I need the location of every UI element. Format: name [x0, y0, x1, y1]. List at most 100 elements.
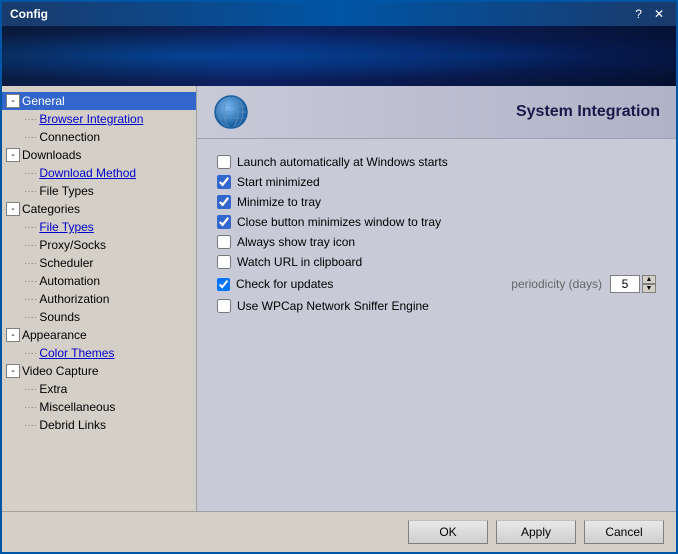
- sidebar-item-extra[interactable]: ····Extra: [2, 380, 196, 398]
- checkbox-always-tray[interactable]: [217, 235, 231, 249]
- apply-button[interactable]: Apply: [496, 520, 576, 544]
- sidebar-label-video-capture: Video Capture: [22, 364, 99, 378]
- panel-title: System Integration: [516, 103, 660, 121]
- sidebar-label-browser-integration: Browser Integration: [39, 112, 143, 126]
- option-row-close-minimizes: Close button minimizes window to tray: [217, 215, 656, 229]
- option-row-use-wpcap: Use WPCap Network Sniffer Engine: [217, 299, 656, 313]
- tree-line: ····: [24, 420, 37, 431]
- sidebar-item-sounds[interactable]: ····Sounds: [2, 308, 196, 326]
- sidebar-item-file-types[interactable]: ····File Types: [2, 182, 196, 200]
- help-button[interactable]: ?: [631, 7, 646, 21]
- sidebar-item-download-method[interactable]: ····Download Method: [2, 164, 196, 182]
- checkbox-watch-url[interactable]: [217, 255, 231, 269]
- checkbox-minimize-tray[interactable]: [217, 195, 231, 209]
- tree-line: ····: [24, 222, 37, 233]
- tree-line: ····: [24, 114, 37, 125]
- tree-line: ····: [24, 186, 37, 197]
- sidebar-item-browser-integration[interactable]: ····Browser Integration: [2, 110, 196, 128]
- option-row-always-tray: Always show tray icon: [217, 235, 656, 249]
- sidebar-item-debrid-links[interactable]: ····Debrid Links: [2, 416, 196, 434]
- system-integration-icon: [213, 94, 249, 130]
- sidebar-item-color-themes[interactable]: ····Color Themes: [2, 344, 196, 362]
- sidebar-label-sounds: Sounds: [39, 310, 80, 324]
- tree-line: ····: [24, 384, 37, 395]
- close-button[interactable]: ✕: [650, 7, 668, 21]
- checkbox-check-updates[interactable]: [217, 278, 230, 291]
- config-window: Config ? ✕ -General····Browser Integrati…: [0, 0, 678, 554]
- title-bar-controls: ? ✕: [631, 7, 668, 21]
- option-row-launch-auto: Launch automatically at Windows starts: [217, 155, 656, 169]
- spin-buttons: ▲▼: [642, 275, 656, 293]
- sidebar-label-scheduler: Scheduler: [39, 256, 93, 270]
- spin-up-button[interactable]: ▲: [642, 275, 656, 284]
- checkbox-start-minimized[interactable]: [217, 175, 231, 189]
- expander-icon-general[interactable]: -: [6, 94, 20, 108]
- tree-line: ····: [24, 276, 37, 287]
- checkbox-launch-auto[interactable]: [217, 155, 231, 169]
- checkbox-close-minimizes[interactable]: [217, 215, 231, 229]
- tree-line: ····: [24, 240, 37, 251]
- panel-header: System Integration: [197, 86, 676, 139]
- label-check-updates: Check for updates: [236, 277, 333, 291]
- sidebar-label-appearance: Appearance: [22, 328, 87, 342]
- title-bar: Config ? ✕: [2, 2, 676, 26]
- expander-icon-categories[interactable]: -: [6, 202, 20, 216]
- sidebar: -General····Browser Integration····Conne…: [2, 86, 197, 511]
- label-close-minimizes: Close button minimizes window to tray: [237, 215, 441, 229]
- label-use-wpcap: Use WPCap Network Sniffer Engine: [237, 299, 429, 313]
- sidebar-item-cat-file-types[interactable]: ····File Types: [2, 218, 196, 236]
- sidebar-label-extra: Extra: [39, 382, 67, 396]
- sidebar-label-connection: Connection: [39, 130, 100, 144]
- spin-down-button[interactable]: ▼: [642, 284, 656, 293]
- sidebar-item-authorization[interactable]: ····Authorization: [2, 290, 196, 308]
- tree-line: ····: [24, 258, 37, 269]
- label-launch-auto: Launch automatically at Windows starts: [237, 155, 448, 169]
- sidebar-item-connection[interactable]: ····Connection: [2, 128, 196, 146]
- right-panel: System Integration Launch automatically …: [197, 86, 676, 511]
- spin-container: ▲▼: [610, 275, 656, 293]
- tree-line: ····: [24, 168, 37, 179]
- tree-line: ····: [24, 402, 37, 413]
- window-title: Config: [10, 7, 48, 21]
- expander-icon-downloads[interactable]: -: [6, 148, 20, 162]
- sidebar-label-general: General: [22, 94, 65, 108]
- sidebar-item-video-capture[interactable]: -Video Capture: [2, 362, 196, 380]
- tree-line: ····: [24, 312, 37, 323]
- periodicity-container: periodicity (days) ▲▼: [511, 275, 656, 293]
- sidebar-item-miscellaneous[interactable]: ····Miscellaneous: [2, 398, 196, 416]
- option-row-watch-url: Watch URL in clipboard: [217, 255, 656, 269]
- sidebar-label-color-themes: Color Themes: [39, 346, 114, 360]
- expander-icon-video-capture[interactable]: -: [6, 364, 20, 378]
- sidebar-item-downloads[interactable]: -Downloads: [2, 146, 196, 164]
- sidebar-label-download-method: Download Method: [39, 166, 136, 180]
- periodicity-label: periodicity (days): [511, 277, 602, 291]
- sidebar-item-categories[interactable]: -Categories: [2, 200, 196, 218]
- option-row-start-minimized: Start minimized: [217, 175, 656, 189]
- ok-button[interactable]: OK: [408, 520, 488, 544]
- sidebar-label-automation: Automation: [39, 274, 100, 288]
- title-bar-left: Config: [10, 7, 48, 21]
- sidebar-label-cat-file-types: File Types: [39, 220, 93, 234]
- sidebar-label-categories: Categories: [22, 202, 80, 216]
- sidebar-item-proxy-socks[interactable]: ····Proxy/Socks: [2, 236, 196, 254]
- cancel-button[interactable]: Cancel: [584, 520, 664, 544]
- button-bar: OK Apply Cancel: [2, 511, 676, 552]
- option-row-minimize-tray: Minimize to tray: [217, 195, 656, 209]
- option-row-check-updates: Check for updates periodicity (days) ▲▼: [217, 275, 656, 293]
- sidebar-item-automation[interactable]: ····Automation: [2, 272, 196, 290]
- sidebar-item-scheduler[interactable]: ····Scheduler: [2, 254, 196, 272]
- periodicity-input[interactable]: [610, 275, 640, 293]
- sidebar-item-appearance[interactable]: -Appearance: [2, 326, 196, 344]
- sidebar-label-file-types: File Types: [39, 184, 93, 198]
- sidebar-label-debrid-links: Debrid Links: [39, 418, 106, 432]
- label-watch-url: Watch URL in clipboard: [237, 255, 362, 269]
- label-minimize-tray: Minimize to tray: [237, 195, 321, 209]
- sidebar-label-miscellaneous: Miscellaneous: [39, 400, 115, 414]
- main-content: -General····Browser Integration····Conne…: [2, 86, 676, 511]
- sidebar-item-general[interactable]: -General: [2, 92, 196, 110]
- expander-icon-appearance[interactable]: -: [6, 328, 20, 342]
- checkbox-use-wpcap[interactable]: [217, 299, 231, 313]
- tree-line: ····: [24, 294, 37, 305]
- label-start-minimized: Start minimized: [237, 175, 320, 189]
- sidebar-label-downloads: Downloads: [22, 148, 81, 162]
